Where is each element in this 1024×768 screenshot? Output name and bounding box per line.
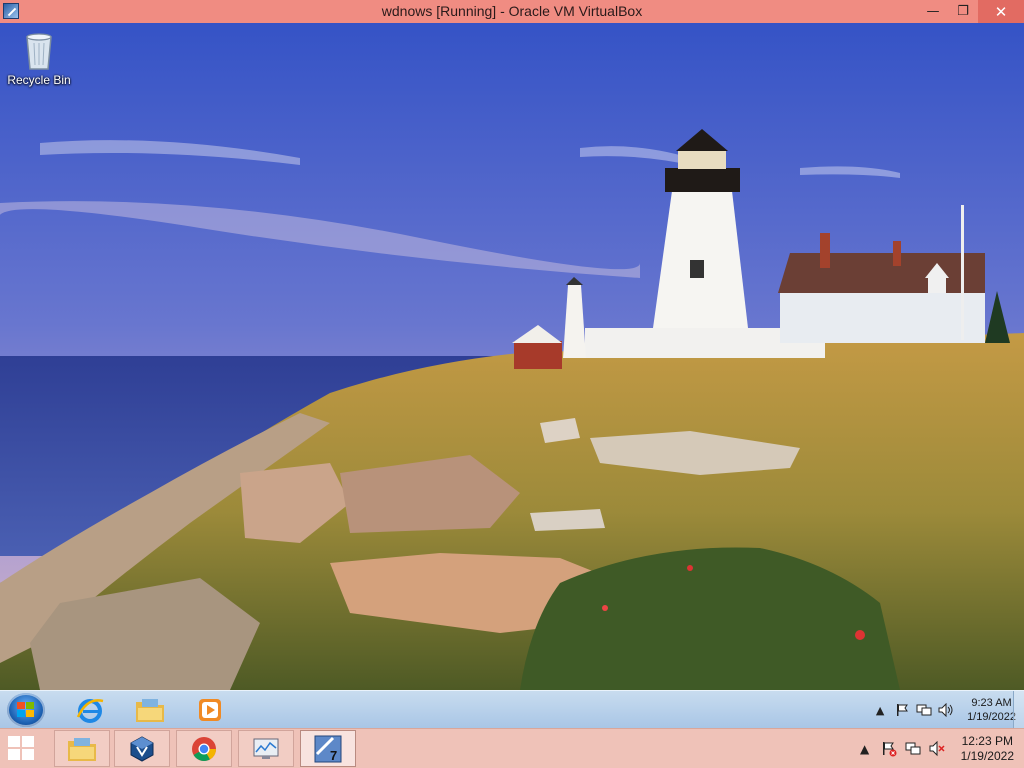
window-controls: — ❐ ✕ [918, 0, 1024, 23]
virtualbox-icon [130, 735, 154, 762]
host-taskbar: 7 ▲ 12:23 PM 1/19/2022 [0, 728, 1024, 768]
guest-clock-time: 9:23 AM [971, 697, 1012, 709]
host-taskbar-chrome[interactable] [176, 730, 232, 767]
internet-explorer-icon [76, 699, 104, 723]
network-icon[interactable] [905, 741, 921, 757]
guest-pinned-media-player[interactable] [190, 694, 230, 726]
volume-muted-icon[interactable] [929, 741, 945, 757]
host-taskbar-resource-monitor[interactable] [238, 730, 294, 767]
network-icon[interactable] [916, 702, 932, 718]
host-window-titlebar[interactable]: wdnows [Running] - Oracle VM VirtualBox … [0, 0, 1024, 23]
desktop-icon-label: Recycle Bin [7, 73, 71, 87]
window-title: wdnows [Running] - Oracle VM VirtualBox [381, 3, 643, 19]
guest-taskbar: ▲ 9:23 AM 1/19/2022 [0, 690, 1024, 728]
windows7-vm-icon: 7 [314, 735, 342, 763]
guest-pinned-internet-explorer[interactable] [70, 694, 110, 726]
guest-clock[interactable]: 9:23 AM 1/19/2022 [967, 696, 1016, 724]
file-explorer-icon [136, 699, 164, 722]
guest-desktop[interactable]: Recycle Bin [0, 23, 1024, 690]
action-center-alert-icon[interactable] [881, 741, 897, 757]
volume-icon[interactable] [938, 702, 954, 718]
desktop-icon-recycle-bin[interactable]: Recycle Bin [6, 31, 72, 87]
file-explorer-icon [68, 737, 96, 761]
close-button[interactable]: ✕ [978, 0, 1024, 23]
guest-start-button[interactable] [7, 693, 45, 727]
host-clock[interactable]: 12:23 PM 1/19/2022 [961, 734, 1014, 764]
tray-expand-icon[interactable]: ▲ [857, 741, 873, 757]
restore-button[interactable]: ❐ [948, 0, 978, 23]
tray-expand-icon[interactable]: ▲ [872, 702, 888, 718]
host-start-button[interactable] [8, 736, 36, 762]
action-center-flag-icon[interactable] [894, 702, 910, 718]
guest-show-desktop-button[interactable] [1013, 691, 1024, 728]
guest-system-tray: ▲ 9:23 AM 1/19/2022 [869, 693, 1016, 727]
media-player-icon [199, 699, 221, 721]
guest-clock-date: 1/19/2022 [967, 711, 1016, 723]
host-taskbar-virtualbox[interactable] [114, 730, 170, 767]
minimize-button[interactable]: — [918, 0, 948, 23]
resource-monitor-icon [253, 738, 279, 759]
guest-pinned-file-explorer[interactable] [130, 694, 170, 726]
host-taskbar-windows7-vm[interactable]: 7 [300, 730, 356, 767]
host-taskbar-file-explorer[interactable] [54, 730, 110, 767]
host-system-tray: ▲ 12:23 PM 1/19/2022 [853, 732, 1014, 766]
host-clock-time: 12:23 PM [961, 734, 1013, 748]
host-clock-date: 1/19/2022 [960, 749, 1014, 763]
chrome-icon [192, 736, 216, 761]
desktop-wallpaper [0, 23, 1024, 690]
windows-orb-icon [17, 702, 35, 718]
recycle-bin-icon [24, 31, 54, 71]
vm-badge: 7 [330, 748, 337, 763]
